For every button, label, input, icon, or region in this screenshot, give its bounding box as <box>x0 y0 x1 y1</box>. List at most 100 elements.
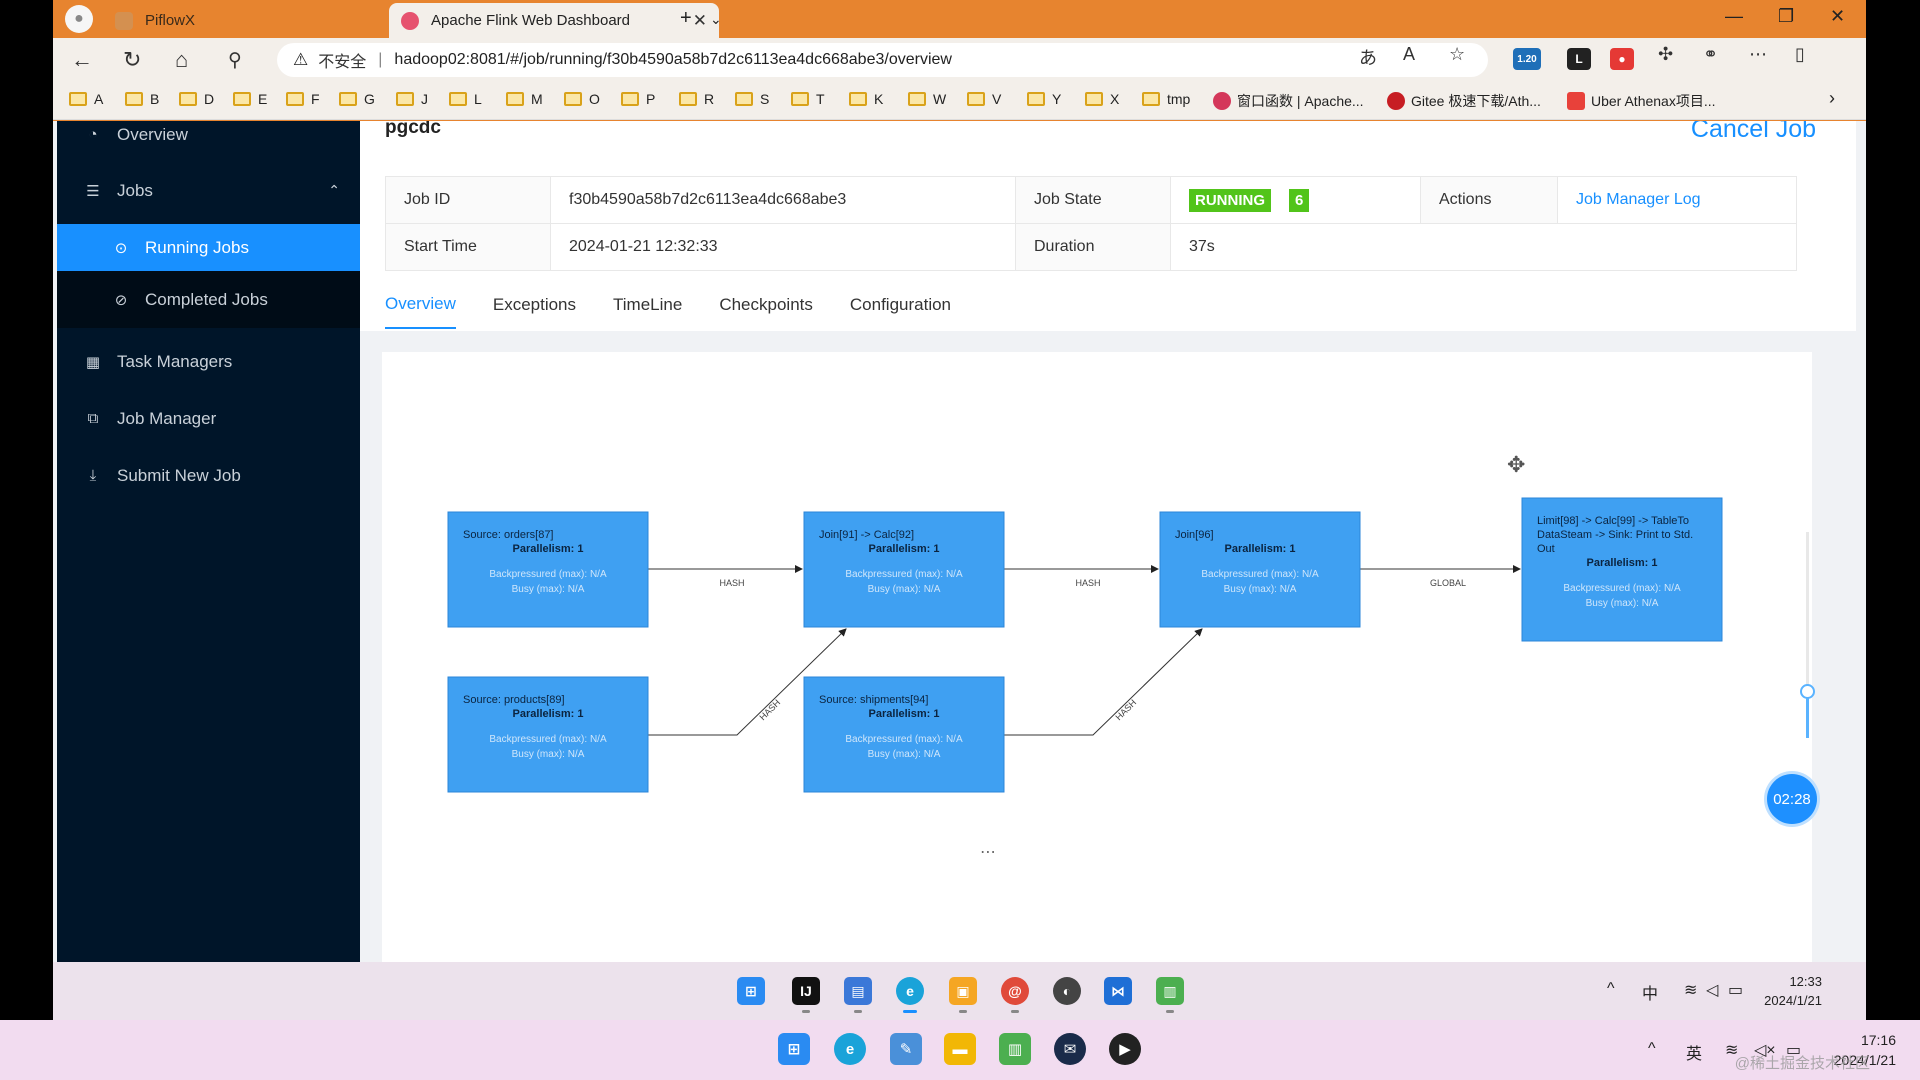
graph-node[interactable]: Source: products[89] Parallelism: 1 Backpr… <box>447 676 649 793</box>
cancel-job-button[interactable]: Cancel Job <box>1691 121 1816 144</box>
resize-handle-icon[interactable]: ⋯ <box>980 842 996 862</box>
graph-node[interactable]: Source: shipments[94] Parallelism: 1 Backp… <box>803 676 1005 793</box>
bookmark-folder[interactable]: F <box>286 91 320 107</box>
wifi-icon[interactable]: ≋ <box>1684 980 1697 1000</box>
windows-start-icon[interactable]: ⊞ <box>778 1033 810 1065</box>
new-tab-icon[interactable]: + <box>680 7 692 30</box>
extension-l-icon[interactable]: L <box>1567 48 1591 70</box>
tab-piflowx[interactable]: PiflowX ✕ <box>103 3 433 38</box>
pen-app-icon[interactable]: ✎ <box>890 1033 922 1065</box>
file-explorer-icon[interactable]: ▬ <box>944 1033 976 1065</box>
vscode-icon[interactable]: ⋈ <box>1104 977 1132 1005</box>
multitask-app-icon[interactable]: ▣ <box>949 977 977 1013</box>
bookmark-folder[interactable]: J <box>396 91 428 107</box>
tab-configuration[interactable]: Configuration <box>850 281 951 329</box>
sidebar-item-overview[interactable]: ◔ Overview <box>57 121 360 158</box>
intellij-icon[interactable]: IJ <box>792 977 820 1013</box>
bookmark-folder[interactable]: T <box>791 91 825 107</box>
profile-icon[interactable]: ● <box>65 5 93 33</box>
chevron-up-icon[interactable]: ^ <box>1648 1040 1656 1058</box>
favorite-star-icon[interactable]: ☆ <box>1449 44 1465 65</box>
extension-badge-icon[interactable]: 1.20 <box>1513 48 1541 70</box>
remote-clock[interactable]: 12:33 2024/1/21 <box>1764 972 1822 1010</box>
desktop-app-icon[interactable]: ▤ <box>844 977 872 1013</box>
minimize-icon[interactable]: — <box>1725 6 1743 27</box>
sidebar-item-completed-jobs[interactable]: ⊘ Completed Jobs <box>57 271 360 328</box>
search-icon[interactable]: ⚲ <box>228 49 242 72</box>
bookmark-folder[interactable]: V <box>967 91 1001 107</box>
ime-indicator[interactable]: 英 <box>1686 1040 1702 1064</box>
close-window-icon[interactable]: ✕ <box>1830 6 1845 27</box>
node-busy: Busy (max): N/A <box>1586 598 1659 609</box>
bookmark-folder[interactable]: R <box>679 91 714 107</box>
play-circle-icon: ⊙ <box>114 239 128 257</box>
graph-node[interactable]: Source: orders[87] Parallelism: 1 Backpres… <box>447 511 649 628</box>
home-icon[interactable]: ⌂ <box>175 47 188 73</box>
bookmark-folder[interactable]: D <box>179 91 214 107</box>
bookmark-folder[interactable]: K <box>849 91 883 107</box>
close-icon[interactable]: ✕ <box>693 11 707 31</box>
tab-list-chevron-icon[interactable]: ⌄ <box>710 11 722 28</box>
read-aloud-icon[interactable]: A <box>1403 44 1415 65</box>
extensions-icon[interactable]: ✣ <box>1658 44 1673 65</box>
tab-flink-dashboard[interactable]: Apache Flink Web Dashboard ✕ <box>389 3 719 38</box>
sidebar-toggle-icon[interactable]: ▯ <box>1795 44 1805 65</box>
windows-start-icon[interactable]: ⊞ <box>737 977 765 1005</box>
volume-icon[interactable]: ◁ <box>1706 980 1718 1000</box>
tab-timeline[interactable]: TimeLine <box>613 281 682 329</box>
url-field[interactable]: ⚠ 不安全 | hadoop02:8081/#/job/running/f30b… <box>277 43 1488 77</box>
bookmark-folder[interactable]: O <box>564 91 600 107</box>
bookmark-folder[interactable]: W <box>908 91 946 107</box>
bookmark-folder[interactable]: G <box>339 91 375 107</box>
edge-browser-icon[interactable]: e <box>896 977 924 1013</box>
back-icon[interactable]: ← <box>71 47 93 73</box>
more-menu-icon[interactable]: ⋯ <box>1749 44 1767 65</box>
tab-checkpoints[interactable]: Checkpoints <box>719 281 813 329</box>
tab-overview[interactable]: Overview <box>385 281 456 329</box>
bookmark-link[interactable]: Gitee 极速下载/Ath... <box>1387 91 1541 111</box>
zoom-slider-handle[interactable] <box>1800 684 1815 699</box>
collections-icon[interactable]: ⚭ <box>1703 44 1718 65</box>
snail-app-icon[interactable]: @ <box>1001 977 1029 1013</box>
extension-red-icon[interactable]: ● <box>1610 48 1634 70</box>
chart-app-icon[interactable]: ▥ <box>1156 977 1184 1013</box>
bookmark-link[interactable]: 窗口函数 | Apache... <box>1213 91 1364 111</box>
bookmark-folder[interactable]: L <box>449 91 482 107</box>
bookmark-folder[interactable]: E <box>233 91 267 107</box>
bookmark-folder[interactable]: X <box>1085 91 1119 107</box>
bookmark-folder[interactable]: P <box>621 91 655 107</box>
chart-app-icon[interactable]: ▥ <box>999 1033 1031 1065</box>
media-player-icon[interactable]: ▶ <box>1109 1033 1141 1065</box>
chevron-up-icon[interactable]: ^ <box>1607 980 1615 998</box>
bookmark-folder[interactable]: B <box>125 91 159 107</box>
graph-node[interactable]: Join[96] Parallelism: 1 Backpressured (max… <box>1159 511 1361 628</box>
drag-move-icon[interactable]: ✥ <box>1507 452 1525 478</box>
bookmark-folder[interactable]: S <box>735 91 769 107</box>
tab-exceptions[interactable]: Exceptions <box>493 281 576 329</box>
bookmark-folder[interactable]: M <box>506 91 543 107</box>
chevron-right-icon[interactable]: › <box>1829 88 1835 109</box>
bookmark-folder[interactable]: tmp <box>1142 91 1190 107</box>
job-manager-log-link[interactable]: Job Manager Log <box>1557 176 1797 224</box>
restore-icon[interactable]: ❐ <box>1778 6 1794 27</box>
edge-browser-icon[interactable]: e <box>834 1033 866 1065</box>
recording-timer[interactable]: 02:28 <box>1767 774 1817 824</box>
panda-app-icon[interactable]: ◐ <box>1053 977 1081 1005</box>
battery-icon[interactable]: ▭ <box>1728 980 1743 1000</box>
mail-app-icon[interactable]: ✉ <box>1054 1033 1086 1065</box>
translate-icon[interactable]: あ <box>1359 44 1377 70</box>
sidebar-item-submit-new-job[interactable]: ⤓ Submit New Job <box>57 452 360 499</box>
graph-node[interactable]: Join[91] -> Calc[92] Parallelism: 1 Backpr… <box>803 511 1005 628</box>
bookmark-folder[interactable]: A <box>69 91 103 107</box>
sidebar-item-job-manager[interactable]: ⧉ Job Manager <box>57 395 360 442</box>
sidebar-item-jobs[interactable]: ☰ Jobs ⌃ <box>57 167 360 214</box>
graph-node[interactable]: Limit[98] -> Calc[99] -> TableTo DataStea… <box>1521 497 1723 642</box>
sidebar-item-task-managers[interactable]: ▦ Task Managers <box>57 338 360 385</box>
bookmark-link[interactable]: Uber Athenax项目... <box>1567 91 1716 111</box>
job-graph[interactable]: HASH HASH GLOBAL HASH HASH Source: orders[87… <box>382 352 1812 952</box>
refresh-icon[interactable]: ↻ <box>123 47 141 73</box>
ime-indicator[interactable]: 中 <box>1642 980 1658 1004</box>
sidebar-item-running-jobs[interactable]: ⊙ Running Jobs <box>57 224 360 271</box>
bookmark-folder[interactable]: Y <box>1027 91 1061 107</box>
folder-icon <box>125 92 143 106</box>
